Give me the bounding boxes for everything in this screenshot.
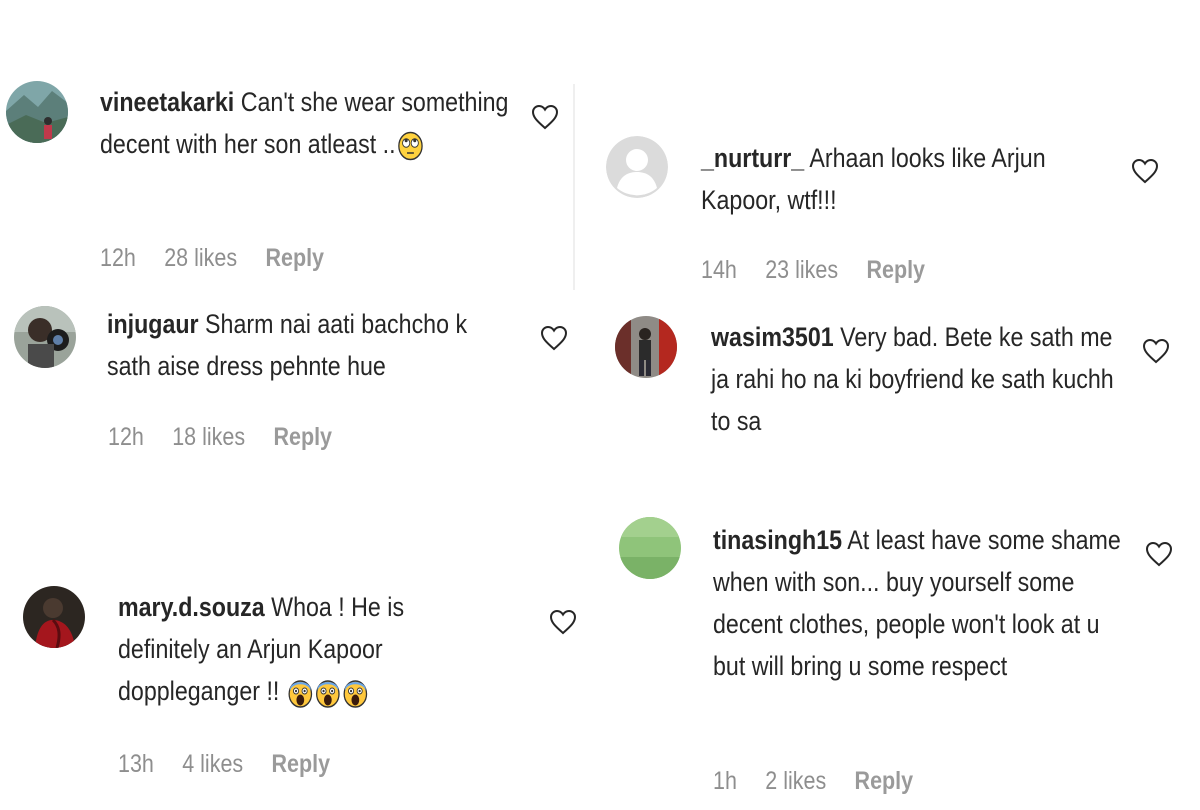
reply-button[interactable]: Reply [265,244,324,272]
comment-text: _nurturr_ Arhaan looks like Arjun Kapoor… [701,137,1114,221]
screaming-face-emoji [316,680,340,708]
screaming-face-emoji [288,680,313,708]
timestamp: 12h [108,423,144,451]
avatar[interactable] [615,316,677,378]
comment-meta: 13h 4 likes Reply [118,750,352,779]
comment-meta: 12h 28 likes Reply [100,244,346,273]
timestamp: 14h [701,256,737,284]
comment-text: vineetakarki Can't she wear something de… [100,81,530,165]
heart-outline-icon[interactable] [549,609,577,635]
reply-button[interactable]: Reply [273,423,332,451]
avatar[interactable] [606,136,668,198]
comment-text: wasim3501 Very bad. Bete ke sath me ja r… [711,316,1124,442]
column-divider [573,84,575,290]
comment-meta: 12h 18 likes Reply [108,423,354,452]
timestamp: 12h [100,244,136,272]
heart-outline-icon[interactable] [1142,338,1170,364]
likes-count[interactable]: 23 likes [765,256,838,284]
reply-button[interactable]: Reply [855,767,914,795]
heart-outline-icon[interactable] [531,104,559,130]
reply-button[interactable]: Reply [272,750,331,778]
heart-outline-icon[interactable] [1145,541,1173,567]
eye-roll-emoji [397,131,423,161]
username[interactable]: vineetakarki [100,87,234,117]
username[interactable]: injugaur [107,309,199,339]
timestamp: 1h [713,767,737,795]
heart-outline-icon[interactable] [540,325,568,351]
avatar[interactable] [619,517,681,579]
comment-text: mary.d.souza Whoa ! He is definitely an … [118,586,479,712]
avatar[interactable] [14,306,76,368]
comment-text: injugaur Sharm nai aati bachcho k sath a… [107,303,494,387]
likes-count[interactable]: 2 likes [765,767,826,795]
username[interactable]: _nurturr_ [701,143,804,173]
username[interactable]: tinasingh15 [713,525,842,555]
username[interactable]: mary.d.souza [118,592,265,622]
heart-outline-icon[interactable] [1131,158,1159,184]
avatar[interactable] [23,586,85,648]
likes-count[interactable]: 28 likes [164,244,237,272]
reply-button[interactable]: Reply [866,256,925,284]
comment-text: tinasingh15 At least have some shame whe… [713,519,1126,687]
likes-count[interactable]: 4 likes [182,750,243,778]
avatar[interactable] [6,81,68,143]
screaming-face-emoji [343,680,368,708]
likes-count[interactable]: 18 likes [172,423,245,451]
username[interactable]: wasim3501 [711,322,834,352]
comment-meta: 1h 2 likes Reply [713,767,935,796]
timestamp: 13h [118,750,154,778]
comment-meta: 14h 23 likes Reply [701,256,947,285]
